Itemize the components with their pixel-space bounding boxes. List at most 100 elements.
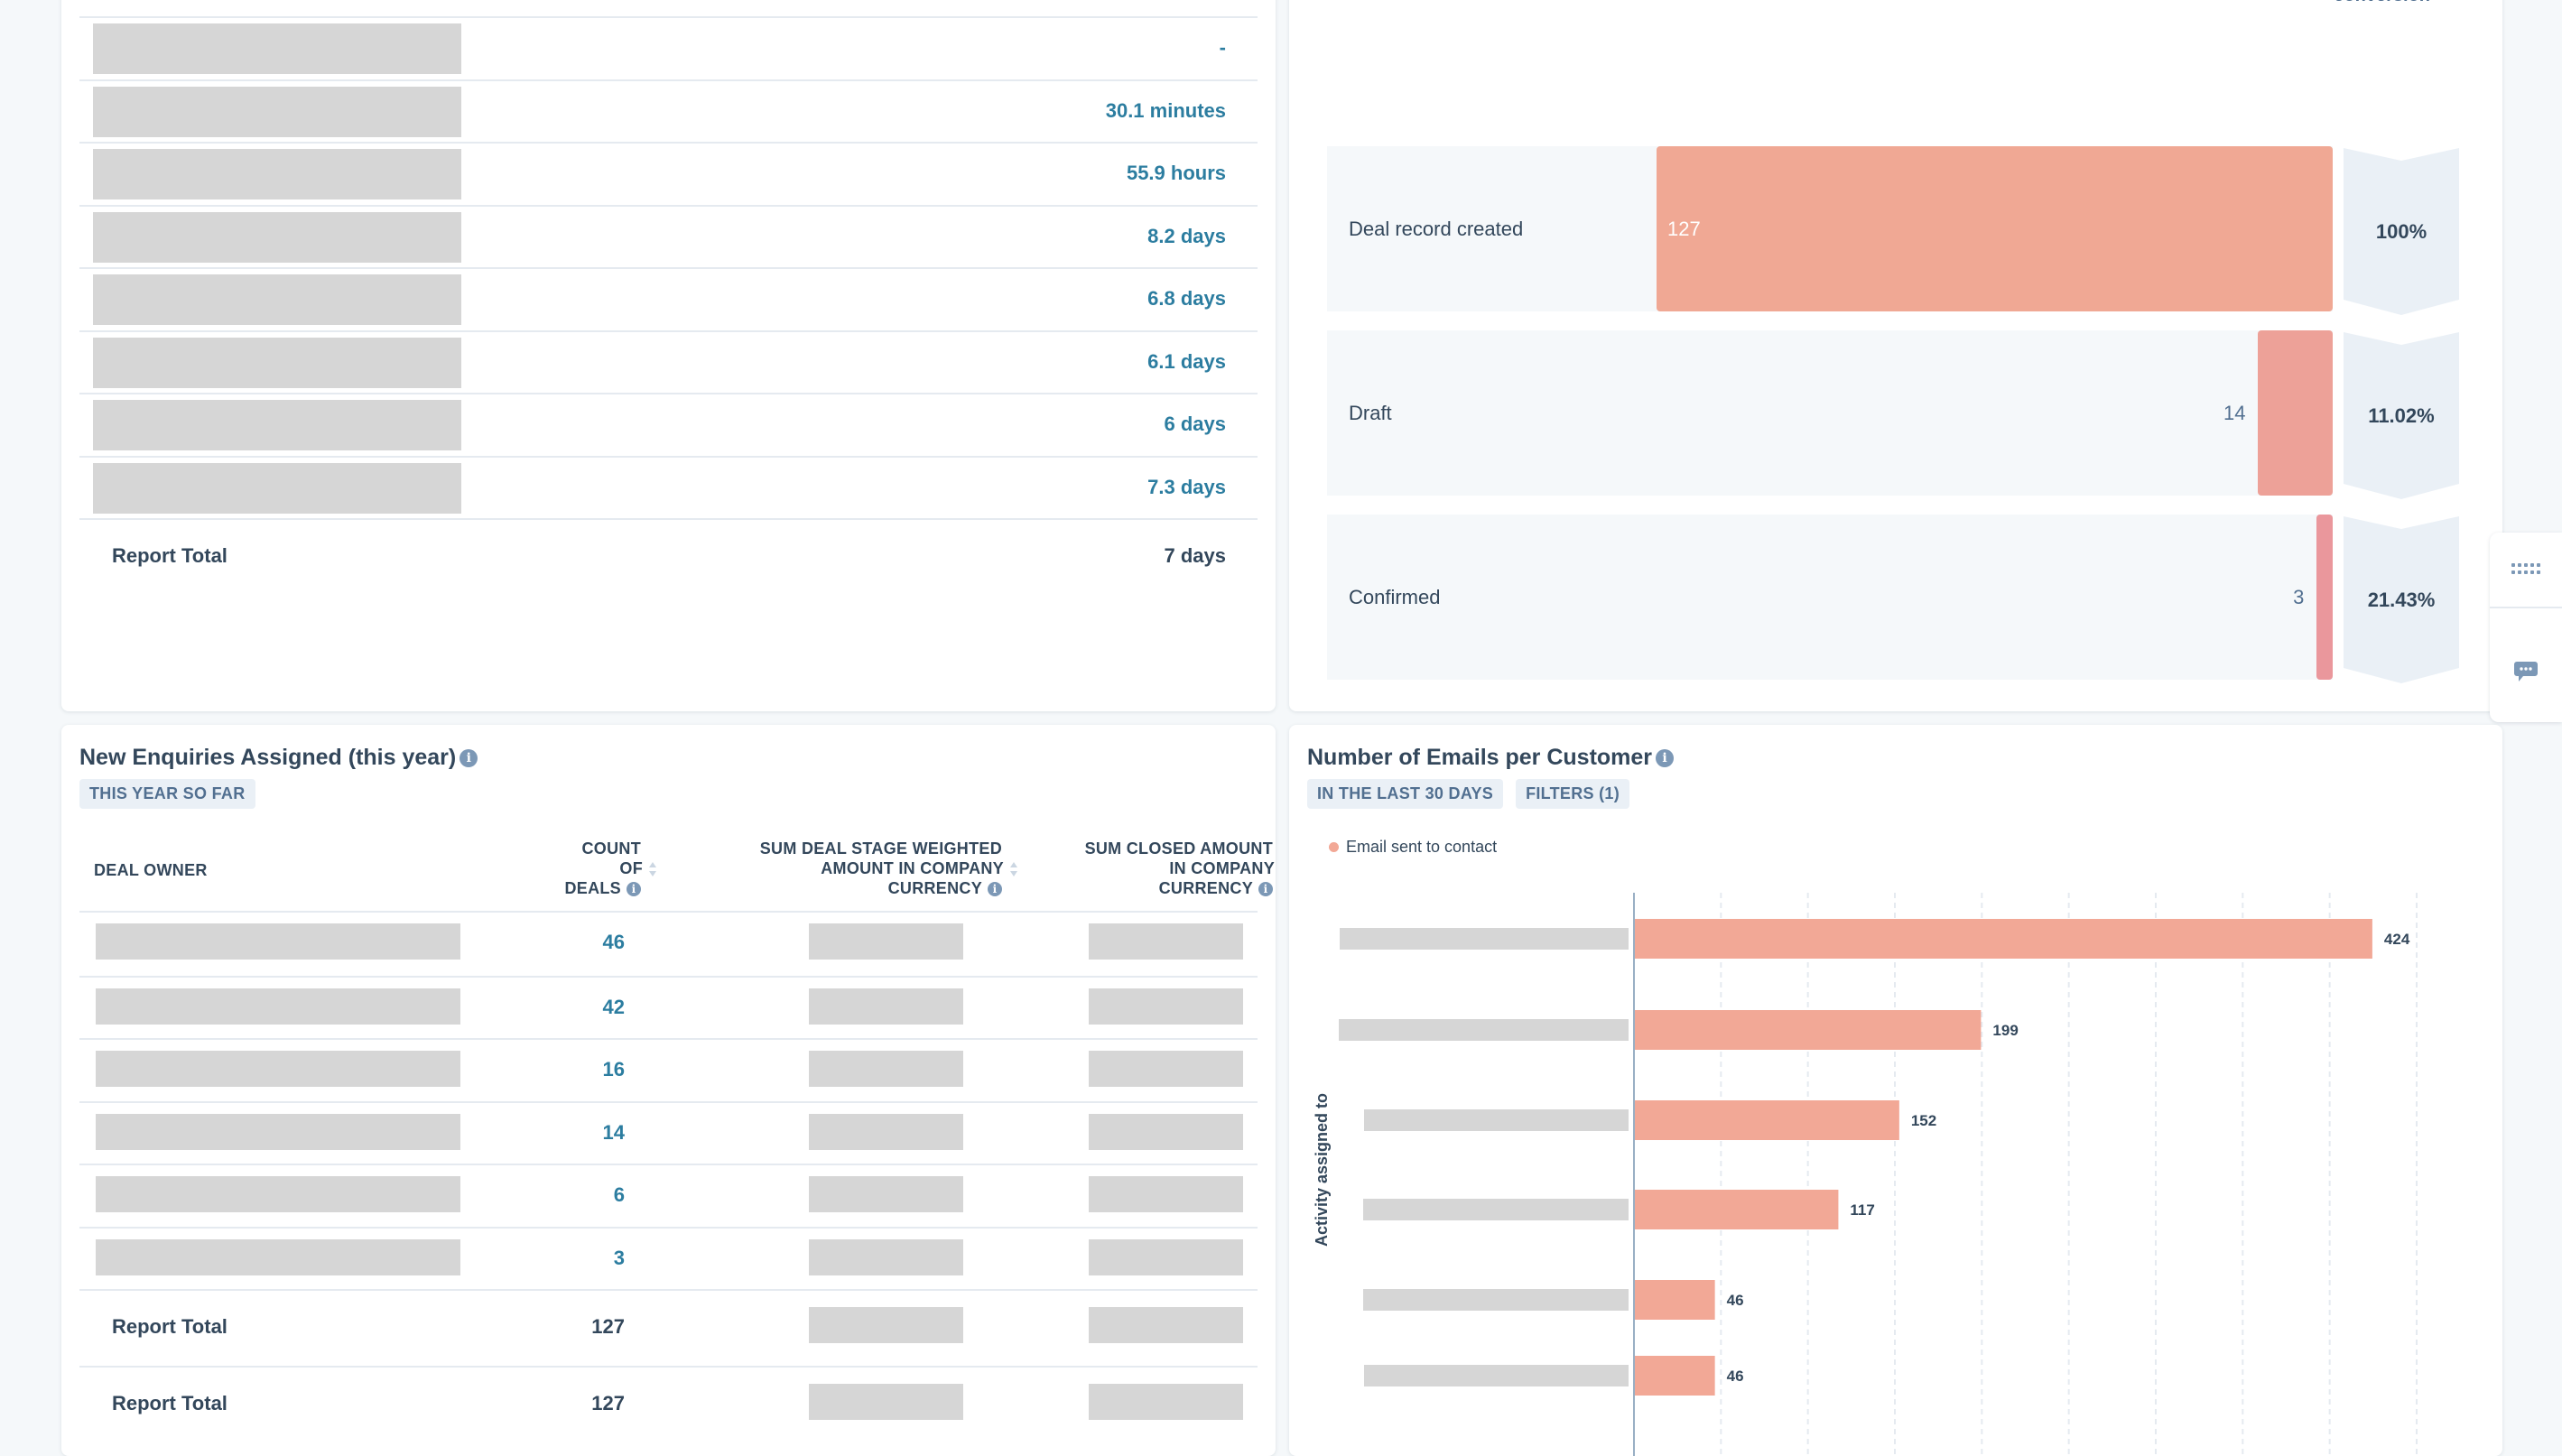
table-row: 3 <box>79 1226 1258 1290</box>
conversion-rate: 11.02% <box>2368 404 2435 427</box>
category-label <box>1364 1365 1629 1386</box>
redacted-name <box>93 149 461 199</box>
time-value[interactable]: 6 days <box>1165 394 1227 454</box>
redacted-name <box>93 463 461 514</box>
deal-count[interactable]: 14 <box>531 1103 625 1163</box>
redacted-owner <box>96 1051 460 1087</box>
column-header-weighted-amount[interactable]: SUM DEAL STAGE WEIGHTED AMOUNT IN COMPAN… <box>639 839 1018 898</box>
bar[interactable] <box>1635 1280 1715 1320</box>
widget-divider <box>2490 607 2562 608</box>
report-total-label: Report Total <box>112 544 227 567</box>
table-row: 6 <box>79 1164 1258 1227</box>
redacted-name <box>93 274 461 325</box>
header-line: OF <box>477 858 657 878</box>
redacted-name <box>93 338 461 388</box>
stage-bar[interactable] <box>2316 515 2333 680</box>
redacted-owner <box>96 1238 460 1275</box>
header-line: SUM DEAL STAGE WEIGHTED <box>759 839 1002 858</box>
deal-count[interactable]: 6 <box>531 1165 625 1225</box>
stage-count: 3 <box>2293 586 2305 608</box>
info-icon[interactable]: i <box>459 748 478 767</box>
deal-count[interactable]: 42 <box>531 978 625 1037</box>
emails-per-customer-panel: Number of Emails per Customer i IN THE L… <box>1289 725 2502 1456</box>
deal-count[interactable]: 46 <box>531 913 625 972</box>
deal-count[interactable]: 3 <box>531 1229 625 1288</box>
time-value[interactable]: 55.9 hours <box>1127 144 1226 203</box>
chat-icon <box>2514 662 2538 682</box>
redacted-closed-amount <box>1089 1307 1243 1343</box>
bar[interactable] <box>1635 1356 1715 1396</box>
data-label: 152 <box>1911 1112 1936 1129</box>
report-total-count: 127 <box>591 1315 625 1338</box>
filter-tags: THIS YEAR SO FAR <box>79 779 255 809</box>
time-in-stage-panel: -30.1 minutes 55.9 hours 8.2 days 6.8 days 6… <box>61 0 1276 711</box>
time-value[interactable]: 7.3 days <box>1147 458 1226 517</box>
time-value[interactable]: 6.1 days <box>1147 332 1226 392</box>
bar[interactable] <box>1635 1100 1899 1140</box>
conversion-chevron: 11.02% <box>2344 332 2459 499</box>
category-label <box>1339 1019 1629 1041</box>
deal-count[interactable]: 16 <box>531 1040 625 1099</box>
funnel-stage[interactable]: Confirmed 3 <box>1327 515 2333 680</box>
report-total-row: Report Total 127 <box>79 1366 1258 1442</box>
redacted-closed-amount <box>1089 1176 1243 1212</box>
date-range-tag[interactable]: THIS YEAR SO FAR <box>79 779 255 809</box>
stage-track: 14 <box>1657 330 2333 496</box>
bar[interactable] <box>1635 919 2372 959</box>
data-label: 46 <box>1727 1368 1744 1385</box>
stage-label: Confirmed <box>1349 586 1441 608</box>
redacted-closed-amount <box>1089 1113 1243 1150</box>
grid-icon <box>2511 563 2540 574</box>
data-label: 117 <box>1850 1201 1874 1219</box>
panel-title-text: New Enquiries Assigned (this year) <box>79 745 457 770</box>
data-label: 424 <box>2384 931 2410 948</box>
table-row: 46 <box>79 913 1258 976</box>
header-text: CURRENCY <box>1158 879 1253 897</box>
table-row: 42 <box>79 975 1258 1039</box>
report-total-label: Report Total <box>112 1392 227 1414</box>
stage-track: 3 <box>1657 515 2333 680</box>
time-value[interactable]: - <box>1220 18 1226 78</box>
header-line: COUNT <box>581 839 641 858</box>
side-widget <box>2490 533 2562 722</box>
redacted-name <box>93 23 461 74</box>
redacted-name <box>93 87 461 137</box>
time-value[interactable]: 30.1 minutes <box>1106 81 1226 141</box>
redacted-closed-amount <box>1089 1051 1243 1087</box>
header-line: AMOUNT IN COMPANY <box>639 858 1018 878</box>
column-header-closed-amount[interactable]: SUM CLOSED AMOUNT IN COMPANY CURRENCY i <box>964 839 1276 898</box>
panel-title: New Enquiries Assigned (this year) i <box>79 745 478 771</box>
chat-button[interactable] <box>2490 623 2562 722</box>
redacted-name <box>93 400 461 450</box>
table-row: 6.1 days <box>79 330 1258 394</box>
report-total-label: Report Total <box>112 1315 227 1338</box>
stage-bar[interactable] <box>2258 330 2333 496</box>
y-axis-title: Activity assigned to <box>1313 1092 1331 1247</box>
info-icon[interactable]: i <box>1258 882 1273 897</box>
data-label: 199 <box>1992 1022 2018 1039</box>
redacted-closed-amount <box>1089 988 1243 1025</box>
table-row: 8.2 days <box>79 205 1258 268</box>
column-header-deal-owner[interactable]: DEAL OWNER <box>94 860 208 880</box>
conversion-header: conversion <box>2334 0 2430 6</box>
column-header-count-of-deals[interactable]: COUNT OF DEALS i <box>477 839 657 898</box>
category-label <box>1363 1289 1629 1311</box>
time-value[interactable]: 8.2 days <box>1147 207 1226 266</box>
table-row: 6 days <box>79 393 1258 456</box>
redacted-weighted-amount <box>809 923 963 960</box>
table-row: 30.1 minutes <box>79 79 1258 143</box>
bar[interactable] <box>1635 1190 1839 1229</box>
table-row: 55.9 hours <box>79 142 1258 205</box>
header-line: SUM CLOSED AMOUNT <box>1084 839 1273 858</box>
time-value[interactable]: 6.8 days <box>1147 269 1226 329</box>
header-line: CURRENCY i <box>964 878 1276 898</box>
apps-button[interactable] <box>2490 533 2562 607</box>
redacted-closed-amount <box>1089 1238 1243 1275</box>
bar[interactable] <box>1635 1010 1982 1050</box>
funnel-stage[interactable]: Deal record created 127 <box>1327 146 2333 311</box>
report-total-row: Report Total 7 days <box>79 518 1258 590</box>
header-line: CURRENCY i <box>639 878 1018 898</box>
funnel-stage[interactable]: Draft 14 <box>1327 330 2333 496</box>
stage-bar[interactable] <box>1657 146 2333 311</box>
category-label <box>1364 1109 1629 1131</box>
